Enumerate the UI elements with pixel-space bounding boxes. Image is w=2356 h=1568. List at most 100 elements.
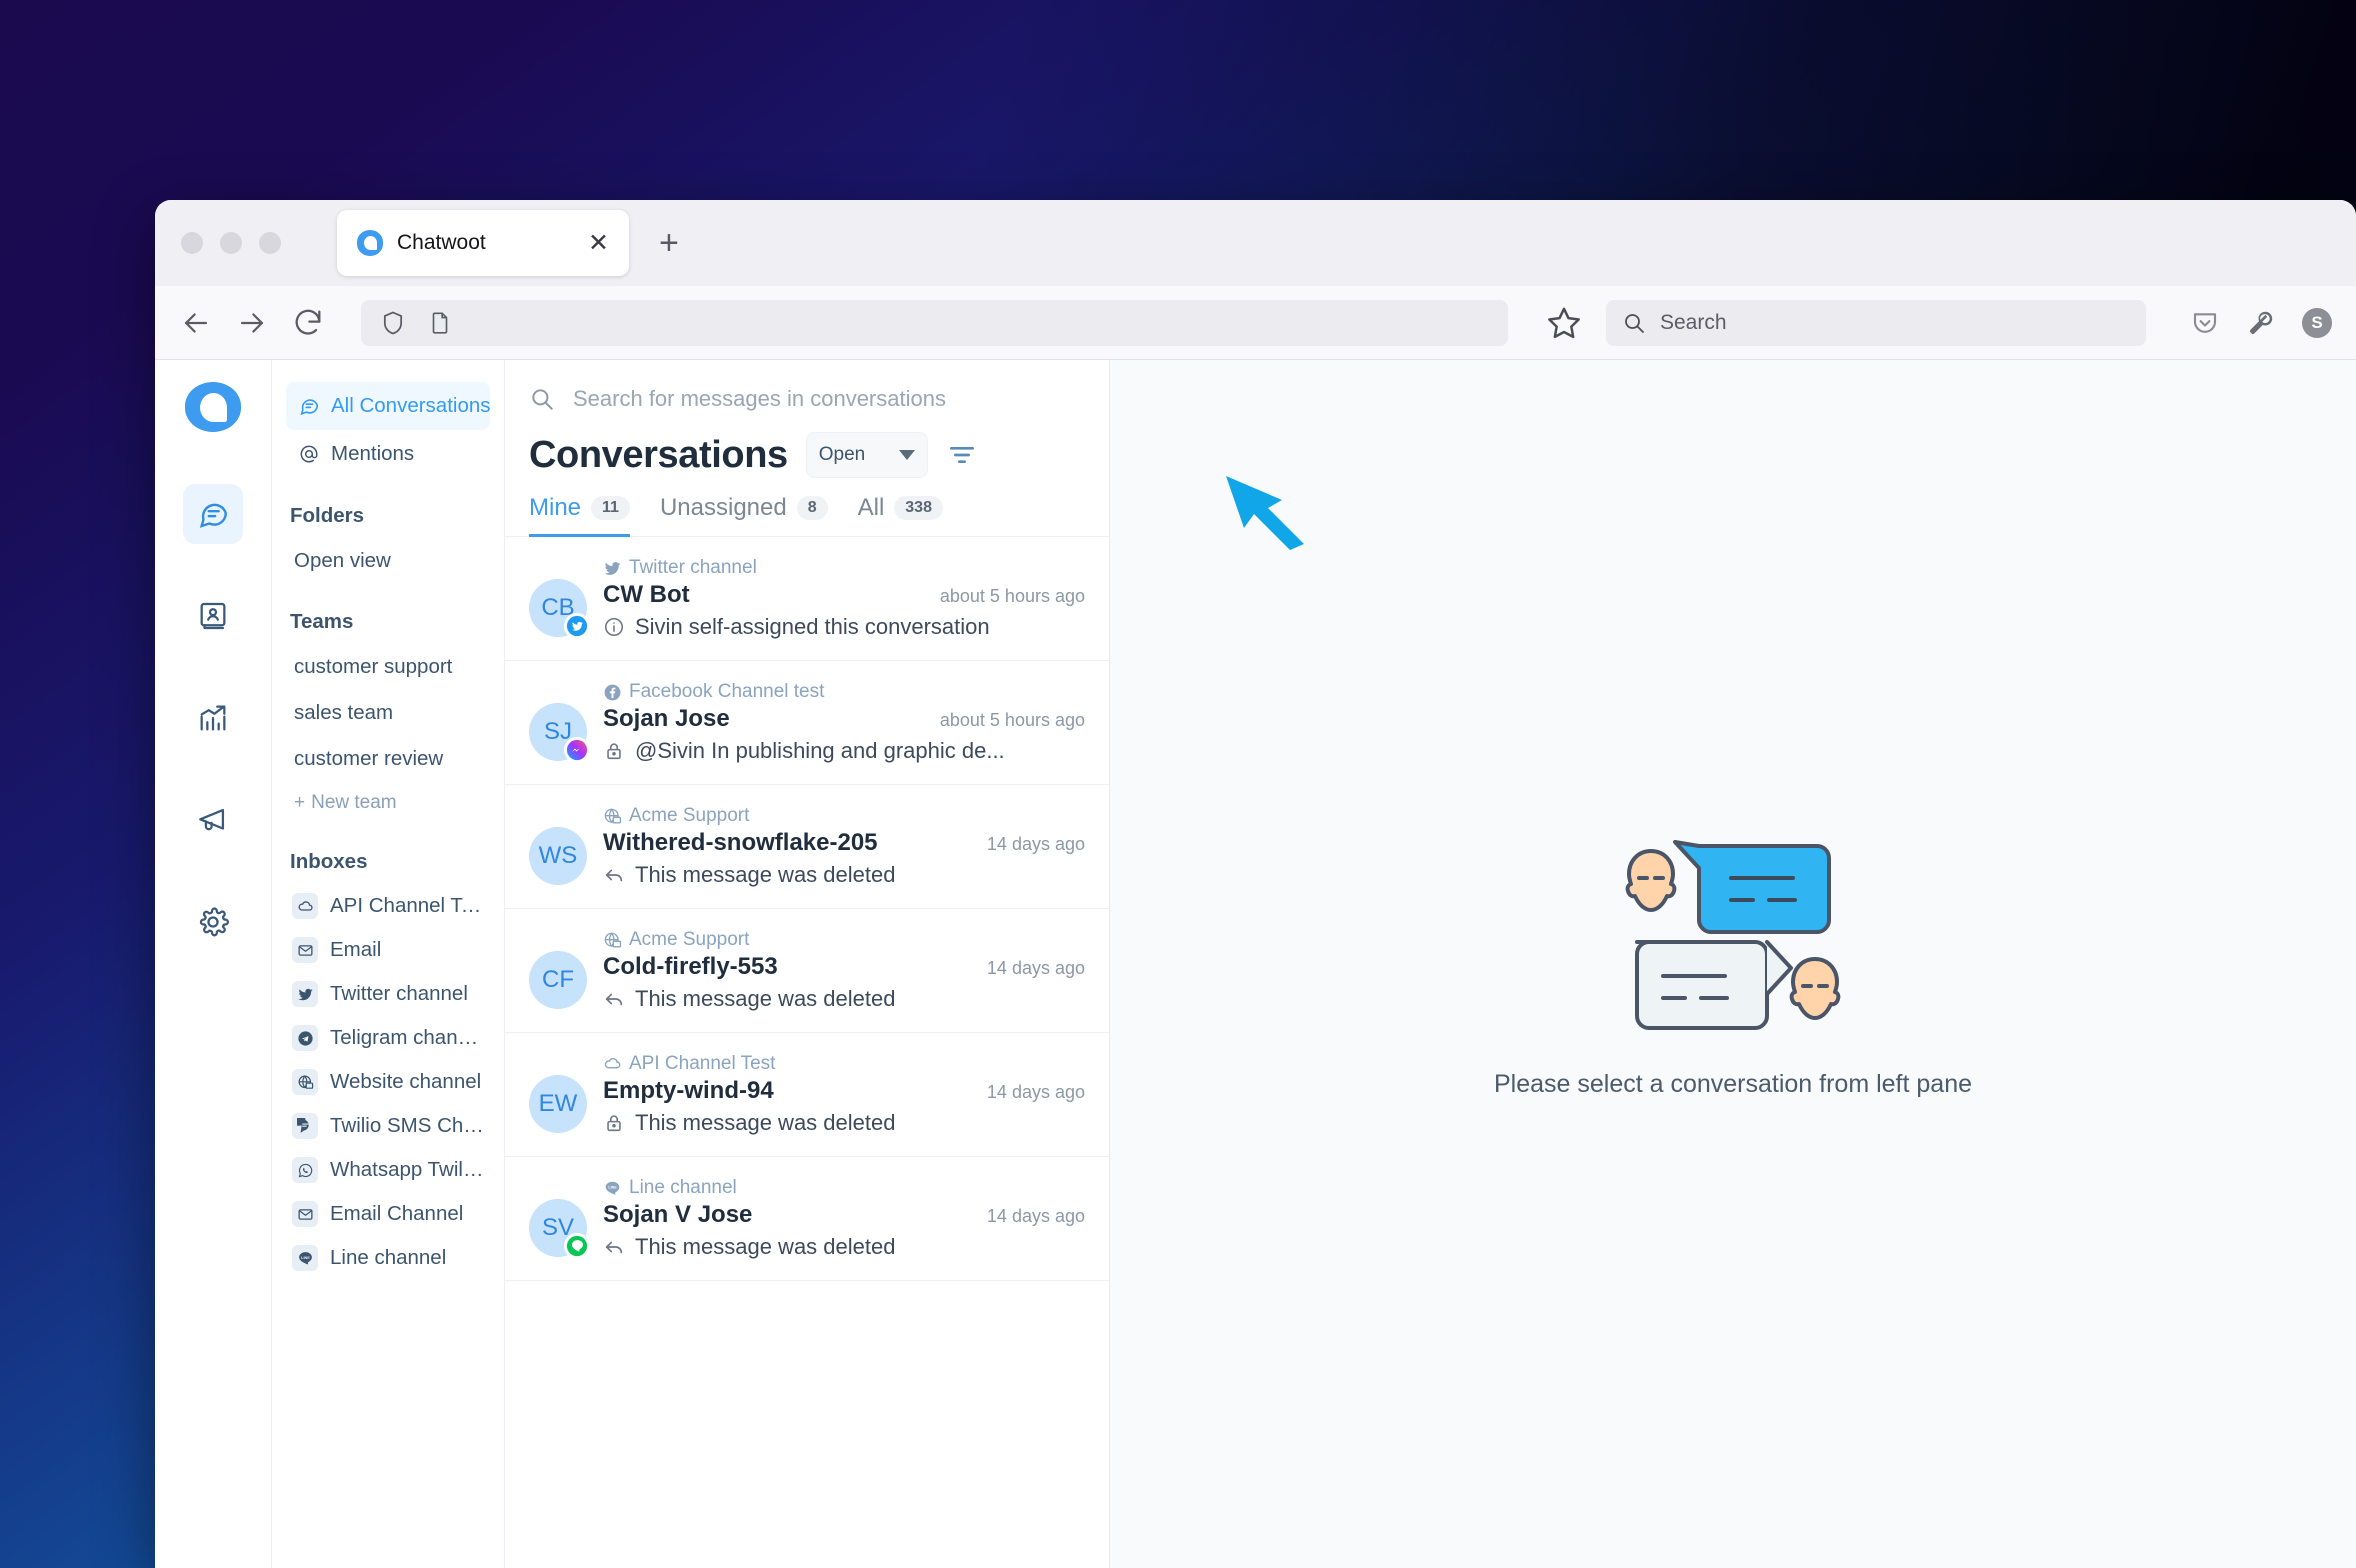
snippet-text: This message was deleted	[635, 1110, 896, 1135]
channel-label: Facebook Channel test	[629, 681, 825, 702]
conversation-channel: LINE Line channel	[603, 1177, 1085, 1199]
forward-arrow-icon[interactable]	[235, 306, 269, 340]
envelope-icon	[292, 1201, 318, 1227]
close-window-button[interactable]	[181, 232, 203, 254]
conversation-list-item[interactable]: SJ Facebook Channel test Sojan Jose abou…	[505, 661, 1109, 785]
chevron-down-icon	[898, 450, 915, 460]
conversation-search-placeholder: Search for messages in conversations	[573, 386, 946, 411]
conversation-content: API Channel Test Empty-wind-94 14 days a…	[603, 1053, 1085, 1136]
new-team-button[interactable]: + New team	[286, 782, 490, 824]
window-controls[interactable]	[181, 232, 281, 254]
conversation-row: Cold-firefly-553 14 days ago	[603, 953, 1085, 981]
tab-label: Mine	[529, 494, 582, 521]
sidebar-team-sales-team[interactable]: sales team	[286, 690, 490, 736]
tab-unassigned[interactable]: Unassigned 8	[660, 494, 828, 537]
globe-icon	[603, 807, 622, 826]
channel-label: Acme Support	[629, 805, 750, 826]
sidebar-team-customer-review[interactable]: customer review	[286, 736, 490, 782]
wrench-icon[interactable]	[2246, 308, 2276, 338]
chatwoot-logo-icon	[357, 230, 383, 256]
conversation-content: LINE Line channel Sojan V Jose 14 days a…	[603, 1177, 1085, 1260]
account-avatar[interactable]: S	[2302, 307, 2332, 338]
sidebar-item-all-conversations[interactable]: All Conversations	[286, 382, 491, 430]
reply-arrow-icon	[603, 1236, 625, 1258]
conversation-list-item[interactable]: CF Acme Support Cold-firefly-553 14 days…	[505, 909, 1109, 1033]
whatsapp-icon	[292, 1157, 318, 1183]
conversation-list-item[interactable]: EW API Channel Test Empty-wind-94 14 day…	[505, 1033, 1109, 1157]
conversation-timestamp: 14 days ago	[986, 834, 1085, 854]
conversation-content: Acme Support Cold-firefly-553 14 days ag…	[603, 929, 1085, 1012]
rail-item-conversations[interactable]	[183, 484, 243, 544]
tab-mine[interactable]: Mine 11	[529, 494, 630, 537]
conversation-search-input[interactable]: Search for messages in conversations	[505, 360, 1109, 426]
conversation-row: Sojan Jose about 5 hours ago	[603, 705, 1085, 733]
new-tab-button[interactable]: +	[659, 224, 679, 263]
sidebar-item-label: Mentions	[331, 442, 415, 465]
inbox-item-teligram-channel[interactable]: Teligram channel	[286, 1016, 490, 1060]
inbox-item-twitter-channel[interactable]: Twitter channel	[286, 972, 490, 1016]
two-people-chatting-illustration	[1625, 839, 1841, 1030]
twitter-icon	[292, 981, 318, 1007]
pocket-icon[interactable]	[2190, 308, 2220, 338]
status-filter-dropdown[interactable]: Open	[805, 432, 928, 478]
inbox-item-line-channel[interactable]: LINE Line channel	[286, 1236, 490, 1280]
tab-count: 8	[796, 496, 828, 520]
close-icon[interactable]: ✕	[588, 230, 609, 256]
conversation-snippet: This message was deleted	[603, 1234, 1085, 1260]
tab-all[interactable]: All 338	[858, 494, 943, 537]
shield-icon[interactable]	[379, 309, 407, 337]
rail-item-contacts[interactable]	[183, 586, 243, 646]
inbox-item-api-channel-test[interactable]: API Channel Test	[286, 884, 490, 928]
sidebar-item-mentions[interactable]: Mentions	[286, 430, 490, 478]
maximize-window-button[interactable]	[259, 232, 281, 254]
reply-arrow-icon	[603, 988, 625, 1010]
sidebar-heading-inboxes: Inboxes	[290, 850, 368, 873]
line-icon: LINE	[292, 1245, 318, 1271]
conversation-snippet: This message was deleted	[603, 986, 1085, 1012]
conversation-channel: API Channel Test	[603, 1053, 1085, 1075]
conversation-list-item[interactable]: SV LINE Line channel Sojan V Jose 14 day…	[505, 1157, 1109, 1281]
page-icon[interactable]	[427, 310, 453, 336]
conversation-timestamp: about 5 hours ago	[939, 710, 1085, 730]
status-filter-value: Open	[818, 444, 866, 465]
minimize-window-button[interactable]	[220, 232, 242, 254]
conversation-list-item[interactable]: WS Acme Support Withered-snowflake-205 1…	[505, 785, 1109, 909]
conversation-timestamp: 14 days ago	[986, 1082, 1085, 1102]
channel-label: API Channel Test	[629, 1053, 776, 1074]
reload-icon[interactable]	[291, 306, 325, 340]
bookmark-star-icon[interactable]	[1544, 303, 1584, 343]
contact-name: Cold-firefly-553	[603, 953, 778, 980]
conversation-timestamp: 14 days ago	[986, 958, 1085, 978]
inbox-item-website-channel[interactable]: Website channel	[286, 1060, 490, 1104]
inbox-item-twilio-sms-channel[interactable]: Twilio SMS Channel	[286, 1104, 490, 1148]
info-circle-icon	[603, 616, 625, 638]
conversation-header: Conversations Open	[505, 426, 1109, 478]
cloud-icon	[292, 893, 318, 919]
empty-conversation-pane: Please select a conversation from left p…	[1110, 360, 2356, 1568]
inbox-item-email[interactable]: Email	[286, 928, 490, 972]
back-arrow-icon[interactable]	[179, 306, 213, 340]
inbox-item-email-channel[interactable]: Email Channel	[286, 1192, 490, 1236]
rail-item-campaigns[interactable]	[183, 790, 243, 850]
snippet-text: This message was deleted	[635, 1234, 896, 1259]
search-icon	[1622, 311, 1646, 335]
contact-name: Sojan Jose	[603, 705, 730, 732]
browser-tab-chatwoot[interactable]: Chatwoot ✕	[337, 210, 629, 276]
chat-bubble-icon	[298, 395, 320, 417]
contact-name: Sojan V Jose	[603, 1201, 753, 1228]
filter-icon[interactable]	[946, 439, 978, 471]
plus-icon: +	[294, 792, 306, 813]
sidebar-folder-open-view[interactable]: Open view	[286, 538, 490, 584]
conversation-scroll-area[interactable]: CB Twitter channel CW Bot about 5 hours …	[505, 537, 1109, 1568]
avatar-initials: WS	[529, 827, 587, 885]
address-bar[interactable]	[361, 299, 1508, 346]
avatar-initials: EW	[529, 1075, 587, 1133]
inbox-item-whatsapp-twilio-channel[interactable]: Whatsapp Twilio C...	[286, 1148, 490, 1192]
conversation-list-item[interactable]: CB Twitter channel CW Bot about 5 hours …	[505, 537, 1109, 661]
browser-search-field[interactable]: Search	[1606, 299, 2146, 346]
rail-item-reports[interactable]	[183, 688, 243, 748]
snippet-text: This message was deleted	[635, 986, 896, 1011]
rail-item-settings[interactable]	[183, 892, 243, 952]
conversation-channel: Acme Support	[603, 929, 1085, 951]
sidebar-team-customer-support[interactable]: customer support	[286, 644, 490, 690]
